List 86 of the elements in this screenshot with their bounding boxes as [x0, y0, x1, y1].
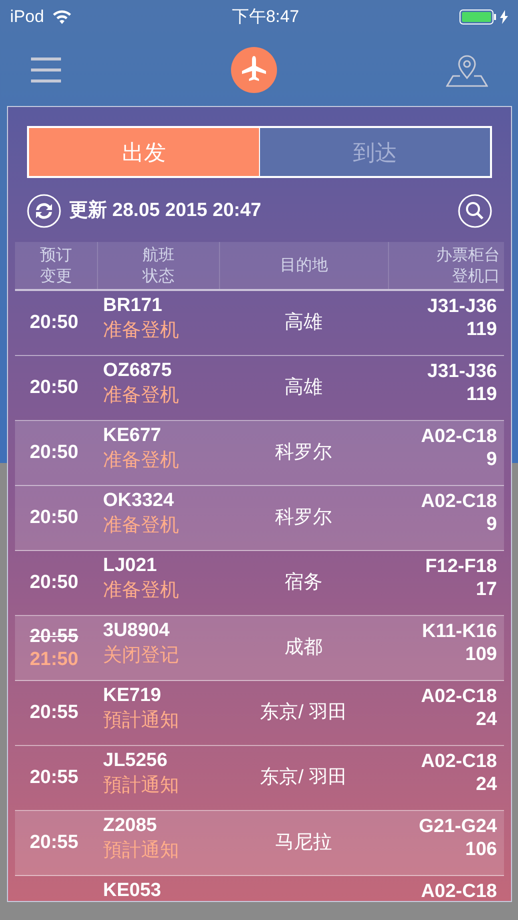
check-in-counter: A02-C18	[420, 687, 497, 706]
flight-number: LJ021	[103, 556, 158, 575]
table-row[interactable]: 20:55 Z2085 預計通知 马尼拉 G21-G24 106	[15, 811, 504, 876]
check-in-counter: F12-F18	[425, 557, 497, 576]
check-in-counter: J31-J36	[427, 362, 497, 381]
flight-status: 准备登机	[103, 319, 180, 343]
column-heading: 登机口	[452, 266, 500, 286]
check-in-counter: G21-G24	[418, 817, 497, 836]
flight-status: 准备登机	[103, 514, 180, 538]
flight-status: 預計通知	[103, 774, 180, 798]
gate: 9	[486, 513, 497, 536]
destination: 高雄	[284, 310, 322, 335]
destination: 科罗尔	[275, 440, 332, 465]
search-icon[interactable]	[458, 194, 492, 228]
clock: 下午8:47	[232, 6, 300, 28]
flight-number: Z2085	[103, 816, 158, 835]
departure-time: 20:50	[30, 506, 78, 530]
departure-time: 20:50	[30, 376, 78, 400]
check-in-counter: A02-C18	[420, 427, 497, 446]
flight-number: OZ6875	[103, 361, 173, 380]
gate: 109	[465, 643, 497, 666]
destination: 东京/ 羽田	[260, 700, 347, 725]
destination: 高雄	[284, 376, 322, 400]
flight-number: KE719	[103, 686, 162, 705]
new-time: 21:50	[30, 648, 78, 671]
destination: 马尼拉	[275, 830, 332, 855]
departure-time: 20:55	[30, 700, 78, 725]
table-row[interactable]: 20:50 OK3324 准备登机 科罗尔 A02-C18 9	[15, 486, 504, 551]
flight-number: 3U8904	[103, 621, 171, 640]
flight-status: 預計通知	[103, 709, 180, 733]
device-name: iPod	[10, 6, 44, 28]
gate: 17	[476, 578, 497, 601]
flight-status: 准备登机	[103, 449, 180, 473]
wifi-icon	[52, 10, 72, 24]
table-row[interactable]: 20:55 KE719 預計通知 东京/ 羽田 A02-C18 24	[15, 681, 504, 746]
tab[interactable]: 到达	[259, 128, 490, 176]
airplane-icon[interactable]	[231, 47, 277, 93]
map-pin-icon[interactable]	[446, 52, 488, 88]
gate: 9	[486, 448, 497, 471]
tab[interactable]: 出发	[29, 128, 259, 176]
departure-time: 20:50	[30, 440, 78, 465]
column-heading: 航班	[142, 246, 174, 266]
destination: 东京/ 羽田	[260, 766, 347, 790]
table-row[interactable]: 20:50 OZ6875 准备登机 高雄 J31-J36 119	[15, 356, 504, 421]
check-in-counter: A02-C18	[420, 492, 497, 511]
check-in-counter: A02-C18	[420, 882, 497, 901]
destination: 宿务	[284, 570, 322, 595]
table-row[interactable]: 20:55 JL5256 預計通知 东京/ 羽田 A02-C18 24	[15, 746, 504, 811]
table-row[interactable]: KE053 A02-C18	[15, 876, 504, 901]
column-heading: 目的地	[280, 256, 328, 276]
battery-icon	[459, 9, 497, 25]
table-row[interactable]: 20:50 LJ021 准备登机 宿务 F12-F18 17	[15, 551, 504, 616]
table-row[interactable]: 20:50 KE677 准备登机 科罗尔 A02-C18 9	[15, 421, 504, 486]
departure-time: 20:50	[30, 310, 78, 335]
table-row[interactable]: 20:50 BR171 准备登机 高雄 J31-J36 119	[15, 291, 504, 356]
check-in-counter: J31-J36	[427, 297, 497, 316]
update-time: 更新 28.05 2015 20:47	[69, 198, 262, 223]
departure-time: 20:55	[30, 766, 78, 790]
flight-status: 关闭登记	[103, 644, 180, 668]
menu-icon[interactable]	[30, 57, 62, 83]
flight-number: KE053	[103, 881, 162, 900]
table-row[interactable]: 20:55 21:50 3U8904 关闭登记 成都 K11-K16 109	[15, 616, 504, 681]
flight-number: OK3324	[103, 491, 175, 510]
refresh-icon[interactable]	[27, 194, 61, 228]
departure-time: 20:55	[30, 830, 78, 855]
column-heading: 预订	[40, 246, 72, 266]
check-in-counter: K11-K16	[422, 622, 497, 641]
gate: 106	[465, 838, 497, 861]
gate: 119	[466, 383, 497, 406]
departure-time: 20:50	[30, 570, 78, 595]
gate: 24	[476, 773, 497, 796]
flight-status: 預計通知	[103, 839, 180, 863]
old-time: 20:55	[30, 625, 78, 648]
flight-number: BR171	[103, 296, 164, 315]
flight-number: JL5256	[103, 751, 168, 770]
column-heading: 变更	[40, 266, 72, 286]
check-in-counter: A02-C18	[420, 752, 497, 771]
flight-number: KE677	[103, 426, 162, 445]
destination: 科罗尔	[275, 506, 332, 530]
flight-status: 准备登机	[103, 384, 180, 408]
destination: 成都	[284, 636, 322, 660]
gate: 24	[476, 708, 497, 731]
gate: 119	[466, 318, 497, 341]
column-heading: 办票柜台	[436, 246, 500, 266]
column-heading: 状态	[142, 266, 174, 286]
flight-status: 准备登机	[103, 579, 180, 603]
